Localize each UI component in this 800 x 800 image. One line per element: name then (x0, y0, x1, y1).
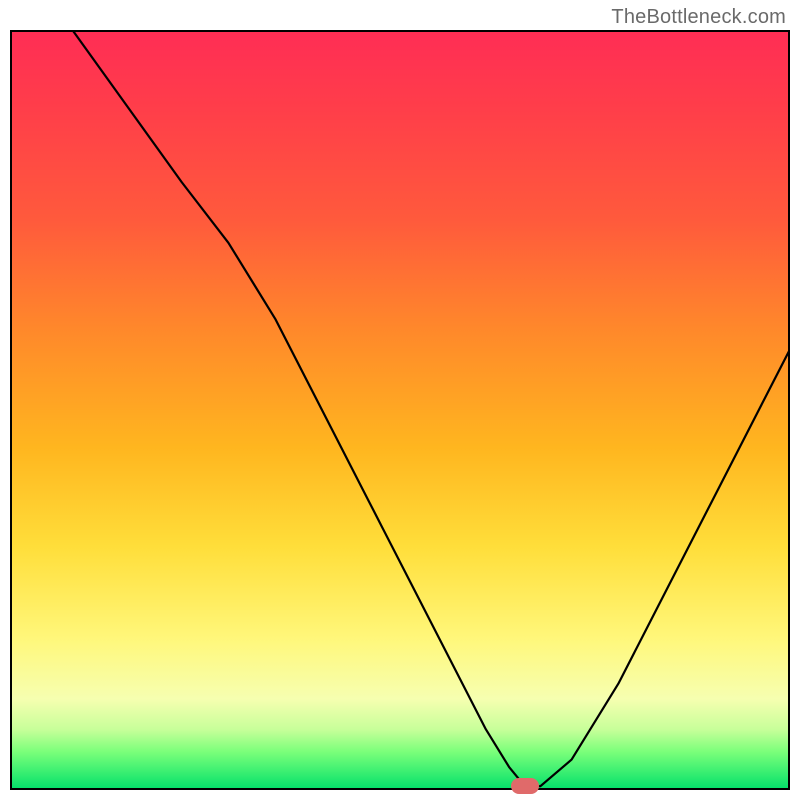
chart-background-gradient (10, 30, 790, 790)
watermark-text: TheBottleneck.com (611, 6, 786, 29)
chart-frame (10, 30, 790, 790)
